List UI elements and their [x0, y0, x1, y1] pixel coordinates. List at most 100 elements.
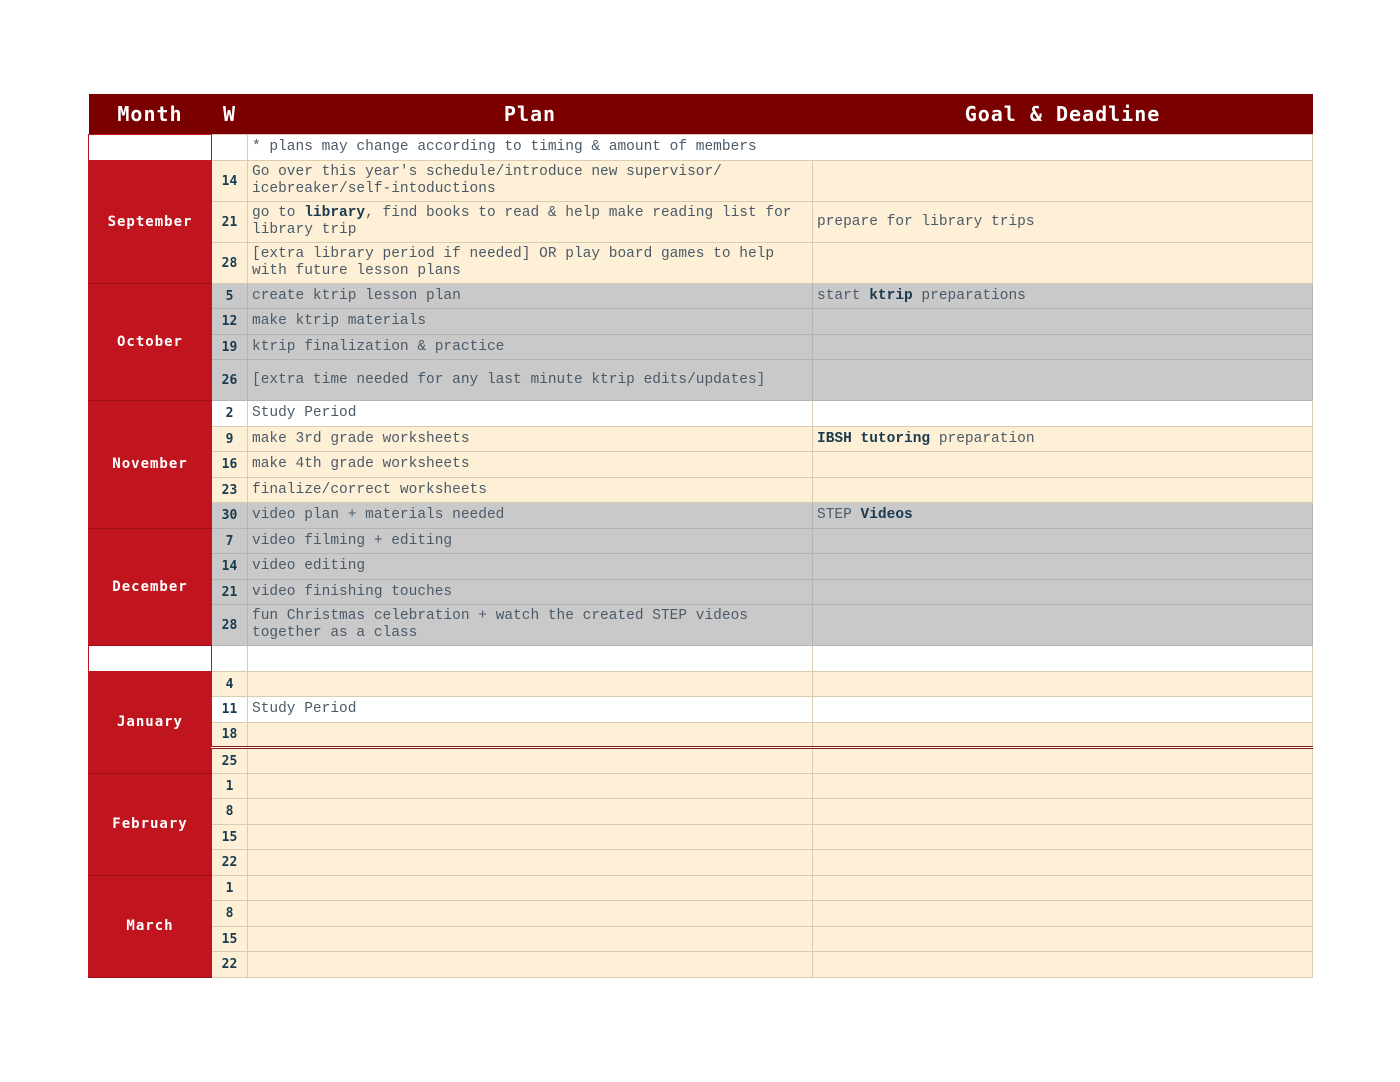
- plan-cell[interactable]: Go over this year's schedule/introduce n…: [247, 160, 813, 202]
- plan-cell[interactable]: video editing: [247, 553, 813, 580]
- week-cell[interactable]: 28: [211, 242, 248, 284]
- plan-cell[interactable]: [247, 645, 813, 672]
- plan-cell[interactable]: [247, 926, 813, 952]
- plan-cell[interactable]: [247, 747, 813, 774]
- plan-cell[interactable]: video filming + editing: [247, 528, 813, 554]
- week-cell[interactable]: 1: [211, 875, 248, 901]
- goal-cell[interactable]: [812, 308, 1313, 335]
- plan-cell[interactable]: [247, 900, 813, 927]
- month-december[interactable]: December: [88, 528, 212, 646]
- plan-cell[interactable]: [extra library period if needed] OR play…: [247, 242, 813, 284]
- goal-cell[interactable]: [812, 671, 1313, 697]
- note-cell[interactable]: * plans may change according to timing &…: [247, 134, 1313, 161]
- goal-cell[interactable]: [812, 645, 1313, 672]
- month-january[interactable]: January: [88, 671, 212, 774]
- year-label[interactable]: 2022: [88, 134, 212, 161]
- week-cell[interactable]: [211, 645, 248, 672]
- month-september[interactable]: September: [88, 160, 212, 284]
- week-cell[interactable]: 4: [211, 671, 248, 697]
- goal-cell[interactable]: [812, 824, 1313, 850]
- week-cell[interactable]: 28: [211, 604, 248, 646]
- goal-cell[interactable]: [812, 926, 1313, 952]
- week-cell[interactable]: 16: [211, 451, 248, 478]
- week-cell[interactable]: 30: [211, 502, 248, 529]
- goal-cell[interactable]: [812, 951, 1313, 978]
- week-cell[interactable]: 21: [211, 201, 248, 243]
- week-cell[interactable]: 19: [211, 334, 248, 360]
- week-cell[interactable]: 21: [211, 579, 248, 605]
- plan-cell[interactable]: [247, 798, 813, 825]
- week-cell[interactable]: [211, 134, 248, 161]
- week-cell[interactable]: 22: [211, 849, 248, 876]
- goal-cell[interactable]: [812, 773, 1313, 799]
- month-march[interactable]: March: [88, 875, 212, 978]
- goal-cell[interactable]: [812, 553, 1313, 580]
- week-cell[interactable]: 11: [211, 696, 248, 723]
- goal-cell[interactable]: [812, 242, 1313, 284]
- goal-cell[interactable]: [812, 359, 1313, 401]
- plan-cell[interactable]: video finishing touches: [247, 579, 813, 605]
- month-october[interactable]: October: [88, 283, 212, 401]
- goal-cell[interactable]: IBSH tutoring preparation: [812, 426, 1313, 452]
- week-cell[interactable]: 18: [211, 722, 248, 749]
- week-cell[interactable]: 15: [211, 824, 248, 850]
- week-cell[interactable]: 23: [211, 477, 248, 503]
- plan-cell[interactable]: [extra time needed for any last minute k…: [247, 359, 813, 401]
- week-cell[interactable]: 5: [211, 283, 248, 309]
- plan-cell[interactable]: [247, 849, 813, 876]
- week-cell[interactable]: 14: [211, 160, 248, 202]
- header-goal[interactable]: Goal & Deadline: [812, 94, 1313, 135]
- plan-cell[interactable]: Study Period: [247, 400, 813, 427]
- goal-cell[interactable]: start ktrip preparations: [812, 283, 1313, 309]
- plan-cell[interactable]: [247, 722, 813, 749]
- goal-cell[interactable]: STEP Videos: [812, 502, 1313, 529]
- week-cell[interactable]: 1: [211, 773, 248, 799]
- plan-cell[interactable]: Study Period: [247, 696, 813, 723]
- plan-cell[interactable]: make 4th grade worksheets: [247, 451, 813, 478]
- header-week[interactable]: W: [211, 94, 248, 135]
- goal-cell[interactable]: [812, 400, 1313, 427]
- goal-cell[interactable]: [812, 747, 1313, 774]
- header-plan[interactable]: Plan: [247, 94, 813, 135]
- goal-cell[interactable]: [812, 579, 1313, 605]
- month-february[interactable]: February: [88, 773, 212, 876]
- goal-cell[interactable]: [812, 451, 1313, 478]
- goal-cell[interactable]: prepare for library trips: [812, 201, 1313, 243]
- goal-cell[interactable]: [812, 798, 1313, 825]
- goal-cell[interactable]: [812, 604, 1313, 646]
- week-cell[interactable]: 12: [211, 308, 248, 335]
- plan-cell[interactable]: go to library, find books to read & help…: [247, 201, 813, 243]
- week-cell[interactable]: 7: [211, 528, 248, 554]
- plan-cell[interactable]: finalize/correct worksheets: [247, 477, 813, 503]
- plan-cell[interactable]: make 3rd grade worksheets: [247, 426, 813, 452]
- week-cell[interactable]: 22: [211, 951, 248, 978]
- goal-cell[interactable]: [812, 900, 1313, 927]
- week-cell[interactable]: 8: [211, 900, 248, 927]
- plan-cell[interactable]: [247, 773, 813, 799]
- week-cell[interactable]: 2: [211, 400, 248, 427]
- week-cell[interactable]: 15: [211, 926, 248, 952]
- plan-cell[interactable]: [247, 951, 813, 978]
- header-month[interactable]: Month: [88, 94, 212, 135]
- plan-cell[interactable]: make ktrip materials: [247, 308, 813, 335]
- goal-cell[interactable]: [812, 528, 1313, 554]
- plan-cell[interactable]: ktrip finalization & practice: [247, 334, 813, 360]
- week-cell[interactable]: 25: [211, 747, 248, 774]
- week-cell[interactable]: 9: [211, 426, 248, 452]
- goal-cell[interactable]: [812, 477, 1313, 503]
- goal-cell[interactable]: [812, 334, 1313, 360]
- month-november[interactable]: November: [88, 400, 212, 529]
- plan-cell[interactable]: [247, 671, 813, 697]
- goal-cell[interactable]: [812, 696, 1313, 723]
- week-cell[interactable]: 14: [211, 553, 248, 580]
- goal-cell[interactable]: [812, 722, 1313, 749]
- goal-cell[interactable]: [812, 875, 1313, 901]
- plan-cell[interactable]: video plan + materials needed: [247, 502, 813, 529]
- plan-cell[interactable]: [247, 875, 813, 901]
- plan-cell[interactable]: create ktrip lesson plan: [247, 283, 813, 309]
- goal-cell[interactable]: [812, 160, 1313, 202]
- week-cell[interactable]: 8: [211, 798, 248, 825]
- goal-cell[interactable]: [812, 849, 1313, 876]
- week-cell[interactable]: 26: [211, 359, 248, 401]
- plan-cell[interactable]: fun Christmas celebration + watch the cr…: [247, 604, 813, 646]
